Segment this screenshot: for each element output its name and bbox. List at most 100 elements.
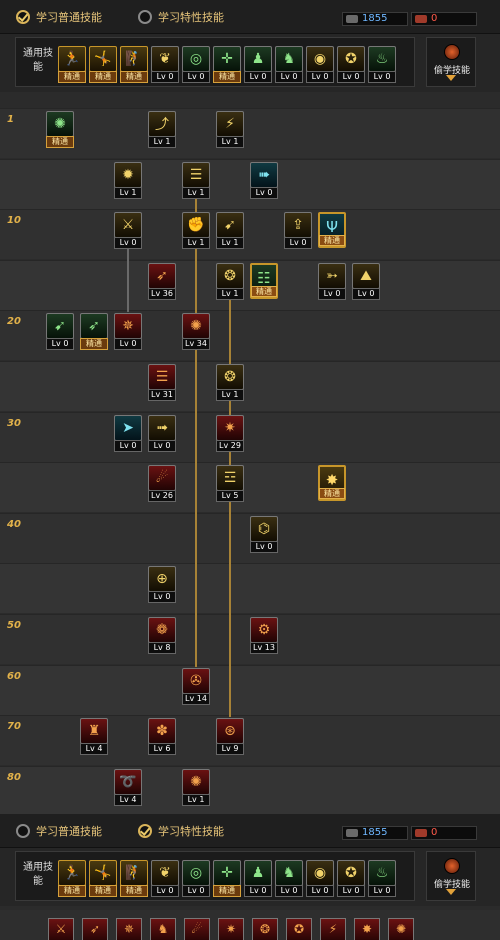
skill-slot[interactable]: ➠ Lv 0	[250, 161, 278, 200]
skill-level-label: Lv 1	[182, 237, 210, 250]
missile-icon: ➟	[148, 414, 176, 441]
skill-slot[interactable]: 🧗 精通	[120, 46, 148, 84]
skill-slot[interactable]: ➹ Lv 0	[46, 313, 74, 351]
skill-slot[interactable]: ❂ Lv 1	[216, 364, 244, 402]
skill-level-label: Lv 0	[250, 186, 278, 199]
skill-slot[interactable]: ♞ Lv 0	[275, 46, 303, 84]
skill-slot[interactable]: ⊛ Lv 9	[216, 718, 244, 756]
skill-slot[interactable]: ⊕ Lv 0	[148, 566, 176, 604]
skill-tree-window: 学习普通技能 学习特性技能 1855 0 通用技能 🏃 精通 🤸 精通 🧗 精通 ❦ Lv 0…	[0, 0, 500, 940]
skill-level-label: Lv 9	[216, 743, 244, 756]
skill-slot[interactable]: 🏃 精通	[58, 46, 86, 84]
skill-slot[interactable]: ⚙ Lv 13	[250, 617, 278, 655]
skill-slot[interactable]: ➳ Lv 0	[318, 262, 346, 301]
satellite-icon: ✇	[182, 667, 210, 694]
skill-slot[interactable]: 🤸 精通	[89, 860, 117, 898]
skill-slot[interactable]: ⚔ Lv 0	[114, 212, 142, 250]
skill-slot[interactable]: ◉ Lv 0	[306, 860, 334, 898]
skill-slot[interactable]: ✺ Lv 34	[182, 313, 210, 351]
skill-slot[interactable]: ⚡ Lv 1	[216, 111, 244, 149]
rune-icon: ✺	[46, 111, 74, 137]
level-requirement-label: 70	[7, 721, 21, 733]
skill-slot[interactable]: ✪ Lv 0	[337, 46, 365, 84]
skill-slot[interactable]: ✷ Lv 29	[216, 414, 244, 453]
skill-level-label: Lv 13	[250, 642, 278, 654]
skill-slot[interactable]: ☰ Lv 31	[148, 364, 176, 402]
skill-slot[interactable]: ✇ Lv 14	[182, 667, 210, 706]
skill-slot[interactable]: ◎ Lv 0	[182, 860, 210, 898]
skill-level-label: Lv 0	[114, 237, 142, 250]
skill-slot[interactable]: ◎ Lv 0	[182, 46, 210, 84]
skill-slot[interactable]: ➟ Lv 0	[148, 414, 176, 453]
feature-skill-icon[interactable]: ⚡	[320, 918, 346, 940]
tab-feature-skills[interactable]: 学习特性技能	[138, 9, 224, 25]
skill-slot[interactable]: ➶ 精通	[80, 313, 108, 351]
common-skills-box: 通用技能 🏃 精通 🤸 精通 🧗 精通 ❦ Lv 0 ◎ Lv 0 ✛ 精通 ♟ Lv 0 ♞ Lv 0 ◉ Lv…	[15, 37, 415, 87]
skill-slot[interactable]: ♨ Lv 0	[368, 860, 396, 898]
skill-slot[interactable]: ✵ Lv 0	[114, 313, 142, 351]
skill-slot[interactable]: ☰ Lv 1	[182, 161, 210, 200]
skill-slot[interactable]: ✹ Lv 1	[114, 161, 142, 200]
skill-slot[interactable]: Ψ 精通	[318, 212, 346, 249]
skill-slot[interactable]: ❂ Lv 1	[216, 262, 244, 301]
skill-level-label: Lv 0	[318, 287, 346, 300]
feature-skill-icon[interactable]: ✵	[116, 918, 142, 940]
steal-skills-button-bottom[interactable]: 偷学技能	[426, 851, 476, 901]
uppercut-icon: ⤴	[148, 111, 176, 137]
level-requirement-label: 20	[7, 316, 21, 328]
skill-slot[interactable]: ✸ 精通	[318, 465, 346, 502]
common-skills-box: 通用技能 🏃 精通 🤸 精通 🧗 精通 ❦ Lv 0 ◎ Lv 0 ✛ 精通 ♟ Lv 0 ♞ Lv 0 ◉ Lv…	[15, 851, 415, 901]
skill-slot[interactable]: ♟ Lv 0	[244, 46, 272, 84]
feature-skill-icon[interactable]: ♞	[150, 918, 176, 940]
feature-skill-icon[interactable]: ⚔	[48, 918, 74, 940]
tab-normal-skills-bottom[interactable]: 学习普通技能	[16, 823, 102, 839]
common-skills-bar: 通用技能 🏃 精通 🤸 精通 🧗 精通 ❦ Lv 0 ◎ Lv 0 ✛ 精通 ♟ Lv 0 ♞ Lv 0 ◉ Lv…	[0, 34, 500, 92]
dash-icon: ➠	[250, 161, 278, 188]
skill-slot[interactable]: ♞ Lv 0	[275, 860, 303, 898]
tab-feature-skills-bottom[interactable]: 学习特性技能	[138, 823, 224, 839]
feature-skill-icon[interactable]: ✺	[388, 918, 414, 940]
tab-normal-skills[interactable]: 学习普通技能	[16, 9, 102, 25]
skill-slot[interactable]: ✽ Lv 6	[148, 718, 176, 756]
skill-slot[interactable]: ✛ 精通	[213, 46, 241, 84]
skill-slot[interactable]: ♟ Lv 0	[244, 860, 272, 898]
mountain-icon: ⛰	[352, 262, 380, 289]
skill-slot[interactable]: ⛰ Lv 0	[352, 262, 380, 301]
feature-skill-icon[interactable]: ❂	[252, 918, 278, 940]
skill-slot[interactable]: ✪ Lv 0	[337, 860, 365, 898]
skill-slot[interactable]: ♨ Lv 0	[368, 46, 396, 84]
grenade-icon: ❂	[216, 262, 244, 289]
skill-slot[interactable]: ◉ Lv 0	[306, 46, 334, 84]
steal-skills-button[interactable]: 偷学技能	[426, 37, 476, 87]
punch-icon: ✊	[182, 212, 210, 239]
skill-slot[interactable]: 🏃 精通	[58, 860, 86, 898]
skill-slot[interactable]: ✊ Lv 1	[182, 212, 210, 250]
skill-slot[interactable]: ❦ Lv 0	[151, 860, 179, 898]
top-tab-bar: 学习普通技能 学习特性技能 1855 0	[0, 0, 500, 34]
skill-slot[interactable]: ❦ Lv 0	[151, 46, 179, 84]
skill-slot[interactable]: ☄ Lv 26	[148, 465, 176, 503]
skill-slot[interactable]: ♜ Lv 4	[80, 718, 108, 756]
skill-slot[interactable]: ⌬ Lv 0	[250, 515, 278, 554]
feature-skill-icon[interactable]: ☄	[184, 918, 210, 940]
skill-slot[interactable]: ➹ Lv 1	[216, 212, 244, 250]
skill-slot[interactable]: ✺ 精通	[46, 111, 74, 149]
sp-points: 1855	[342, 12, 408, 26]
skill-slot[interactable]: ⇪ Lv 0	[284, 212, 312, 250]
feature-skill-icon[interactable]: ➶	[82, 918, 108, 940]
feature-skill-icon[interactable]: ✸	[354, 918, 380, 940]
skill-slot[interactable]: 🧗 精通	[120, 860, 148, 898]
skill-slot[interactable]: ❁ Lv 8	[148, 617, 176, 655]
skill-slot[interactable]: ✛ 精通	[213, 860, 241, 898]
skill-slot[interactable]: ☲ Lv 5	[216, 465, 244, 503]
feature-skill-icon[interactable]: ✷	[218, 918, 244, 940]
skill-slot[interactable]: ➰ Lv 4	[114, 768, 142, 807]
skill-slot[interactable]: ➤ Lv 0	[114, 414, 142, 453]
skill-slot[interactable]: ⤴ Lv 1	[148, 111, 176, 149]
feature-skill-icon[interactable]: ✪	[286, 918, 312, 940]
skill-slot[interactable]: 🤸 精通	[89, 46, 117, 84]
skill-slot[interactable]: ➶ Lv 36	[148, 262, 176, 301]
skill-level-label: Lv 0	[151, 885, 179, 897]
skill-slot[interactable]: ☷ 精通	[250, 262, 278, 299]
skill-slot[interactable]: ✺ Lv 1	[182, 768, 210, 807]
